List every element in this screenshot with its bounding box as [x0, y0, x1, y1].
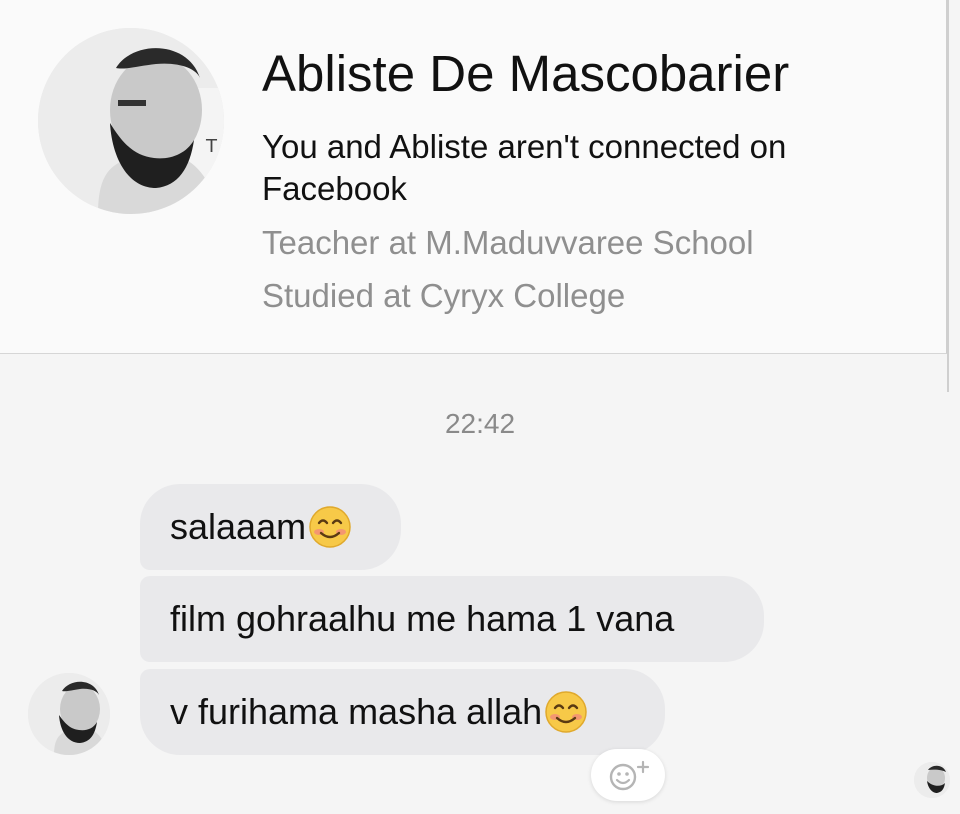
smiling-face-icon: [545, 691, 587, 733]
add-reaction-button[interactable]: [591, 749, 665, 801]
svg-text:T: T: [205, 136, 218, 157]
profile-education: Studied at Cyryx College: [262, 277, 626, 314]
message-text: salaaam: [170, 506, 307, 547]
add-reaction-icon: [609, 760, 650, 791]
smiling-face-icon: [309, 506, 351, 548]
profile-photo-icon: T: [38, 28, 224, 214]
sender-avatar[interactable]: [28, 673, 110, 755]
profile-work: Teacher at M.Maduvvaree School: [262, 224, 754, 261]
profile-card: T Abliste De Mascobarier You and Abliste…: [0, 0, 947, 354]
connection-status: You and Abliste aren't connected on Face…: [262, 128, 787, 207]
seen-indicator-avatar: [914, 762, 950, 798]
scroll-edge: [947, 0, 949, 392]
message-timestamp: 22:42: [444, 408, 516, 439]
message-bubble[interactable]: v furihama masha allah: [140, 669, 665, 755]
message-text: v furihama masha allah: [170, 691, 543, 732]
message-text: film gohraalhu me hama 1 vana: [170, 598, 675, 639]
message-bubble[interactable]: film gohraalhu me hama 1 vana: [140, 576, 764, 662]
profile-name[interactable]: Abliste De Mascobarier: [262, 44, 789, 103]
profile-avatar[interactable]: T: [38, 28, 224, 214]
profile-photo-icon: [28, 673, 110, 755]
seen-avatar-icon: [914, 762, 950, 798]
message-bubble[interactable]: salaaam: [140, 484, 401, 570]
